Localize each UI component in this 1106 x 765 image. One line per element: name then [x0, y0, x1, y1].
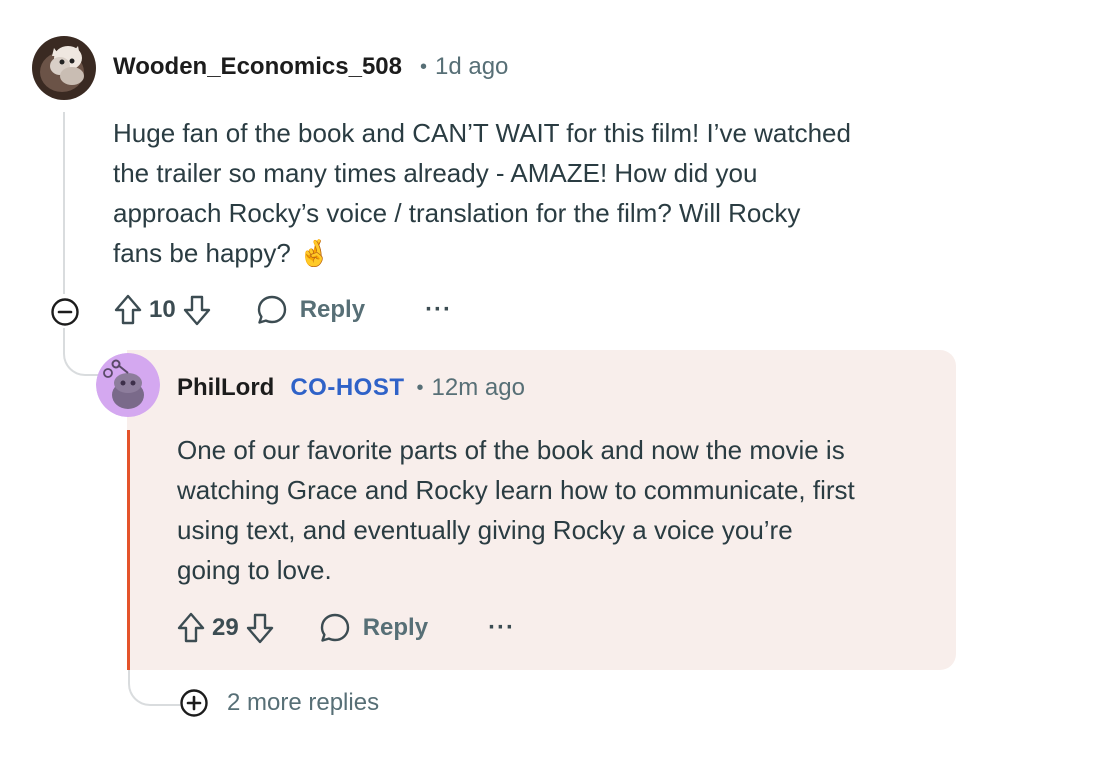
- reply-label: Reply: [362, 614, 429, 641]
- reply-meta: PhilLord CO-HOST • 12m ago: [177, 374, 525, 402]
- user-avatar[interactable]: [32, 36, 96, 100]
- more-replies-button[interactable]: 2 more replies: [179, 688, 379, 718]
- upvote-button[interactable]: [113, 293, 143, 327]
- reply-username[interactable]: PhilLord: [177, 374, 274, 402]
- arrow-up-icon: [114, 294, 142, 325]
- more-replies-branch: [128, 668, 180, 706]
- reply-body-line: using text, and eventually giving Rocky …: [177, 515, 793, 545]
- comment-body-line: approach Rocky’s voice / translation for…: [113, 198, 801, 228]
- comment-meta: Wooden_Economics_508 • 1d ago: [113, 53, 508, 81]
- meta-separator: •: [419, 55, 427, 78]
- comment-body-line: fans be happy? 🤞: [113, 238, 331, 268]
- comment-timestamp[interactable]: 1d ago: [435, 53, 508, 81]
- more-replies-label: 2 more replies: [227, 689, 380, 716]
- downvote-button[interactable]: [182, 293, 212, 327]
- meta-separator: •: [416, 376, 424, 399]
- comment-body: Huge fan of the book and CAN’T WAIT for …: [113, 113, 851, 273]
- arrow-down-icon: [246, 613, 273, 644]
- downvote-button[interactable]: [245, 611, 275, 645]
- thread-line: [63, 112, 65, 294]
- comment-username[interactable]: Wooden_Economics_508: [113, 53, 402, 81]
- comment-body-line: Huge fan of the book and CAN’T WAIT for …: [113, 118, 851, 148]
- reply-timestamp[interactable]: 12m ago: [432, 374, 525, 402]
- collapse-button[interactable]: [50, 297, 80, 332]
- reply-avatar[interactable]: [96, 353, 160, 417]
- cat-photo-avatar-icon: [32, 36, 96, 100]
- reply-button[interactable]: Reply: [319, 612, 428, 644]
- speech-bubble-icon: [257, 295, 286, 324]
- speech-bubble-icon: [320, 613, 349, 642]
- reply-accent-bar: [127, 430, 130, 670]
- snoo-avatar-icon: [96, 353, 160, 417]
- arrow-down-icon: [183, 295, 210, 326]
- comment-actions: 10 Reply ···: [113, 293, 452, 327]
- more-options-button[interactable]: ···: [425, 296, 452, 324]
- reply-label: Reply: [299, 296, 366, 323]
- comment-body-line: the trailer so many times already - AMAZ…: [113, 158, 758, 188]
- more-options-button[interactable]: ···: [488, 614, 515, 642]
- reply-body-line: watching Grace and Rocky learn how to co…: [177, 475, 855, 505]
- arrow-up-icon: [177, 612, 205, 643]
- reply-body-line: One of our favorite parts of the book an…: [177, 435, 845, 465]
- cohost-flair-badge: CO-HOST: [290, 374, 405, 401]
- reply-button[interactable]: Reply: [256, 294, 365, 326]
- plus-circle-icon: [180, 689, 208, 717]
- upvote-button[interactable]: [176, 611, 206, 645]
- reply-body-line: going to love.: [177, 555, 332, 585]
- vote-count: 29: [212, 614, 239, 641]
- vote-count: 10: [149, 296, 176, 323]
- minus-circle-icon: [51, 298, 79, 326]
- comment-thread: Wooden_Economics_508 • 1d ago Huge fan o…: [0, 0, 1106, 765]
- thread-branch: [63, 328, 99, 376]
- reply-body: One of our favorite parts of the book an…: [177, 430, 855, 590]
- reply-actions: 29 Reply ···: [176, 611, 515, 645]
